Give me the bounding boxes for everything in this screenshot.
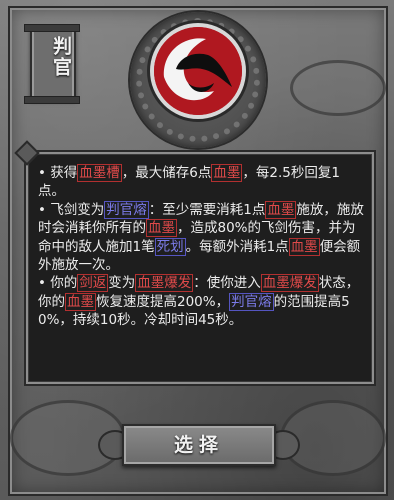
text: ：使你进入	[193, 275, 261, 292]
blood-swirl-icon	[154, 27, 242, 115]
desc-line: • 飞剑变为 判官熔 ：至少需要消耗1点 血墨 施放，施放时会消耗你所有的 血墨 ，造成80…	[38, 200, 364, 275]
text: 变为	[108, 275, 136, 292]
title-plaque: 判官	[24, 24, 80, 104]
keyword-tag: 血墨爆发	[260, 274, 319, 293]
keyword-tag: 剑返	[77, 274, 109, 293]
keyword-tag: 判官熔	[229, 292, 274, 311]
text: ，最大储存6点	[121, 165, 212, 181]
text: 。每额外消耗1点	[185, 238, 289, 255]
text: • 获得	[38, 165, 78, 181]
keyword-tag: 死划	[154, 237, 186, 256]
desc-line: • 你的 剑返 变为 血墨爆发 ：使你进入 血墨爆发 状态，你的 血墨 恢复速度提高200%，判…	[38, 274, 364, 329]
text: • 飞剑变为	[38, 201, 105, 218]
select-button-label: 选择	[173, 434, 224, 456]
desc-line: • 获得 血墨槽 ，最大储存6点 血墨 ，每2.5秒回复1点。	[38, 164, 364, 201]
keyword-tag: 血墨	[146, 219, 177, 238]
text: 恢复速度提高200%，	[96, 293, 230, 310]
keyword-tag: 血墨	[211, 164, 243, 182]
cloud-decoration	[290, 60, 386, 116]
text: • 你的	[38, 275, 78, 292]
keyword-tag: 判官熔	[104, 200, 149, 219]
select-button[interactable]: 选择	[122, 424, 276, 466]
description-box: • 获得 血墨槽 ，最大储存6点 血墨 ，每2.5秒回复1点。 • 飞剑变为 判官熔 ：至少…	[26, 152, 374, 384]
keyword-tag: 血墨爆发	[135, 274, 194, 293]
text: ：至少需要消耗1点	[148, 201, 266, 218]
skill-title: 判官	[50, 36, 72, 78]
keyword-tag: 血墨	[65, 292, 96, 311]
skill-panel: 判官 • 获得 血墨槽 ，最大储存6点 血墨 ，每2.5秒回复1点。 • 飞剑变为 判官熔…	[0, 0, 394, 500]
keyword-tag: 血墨槽	[77, 164, 122, 182]
keyword-tag: 血墨	[288, 237, 320, 256]
keyword-tag: 血墨	[265, 200, 297, 219]
skill-description: • 获得 血墨槽 ，最大储存6点 血墨 ，每2.5秒回复1点。 • 飞剑变为 判官熔 ：至少…	[38, 164, 364, 330]
